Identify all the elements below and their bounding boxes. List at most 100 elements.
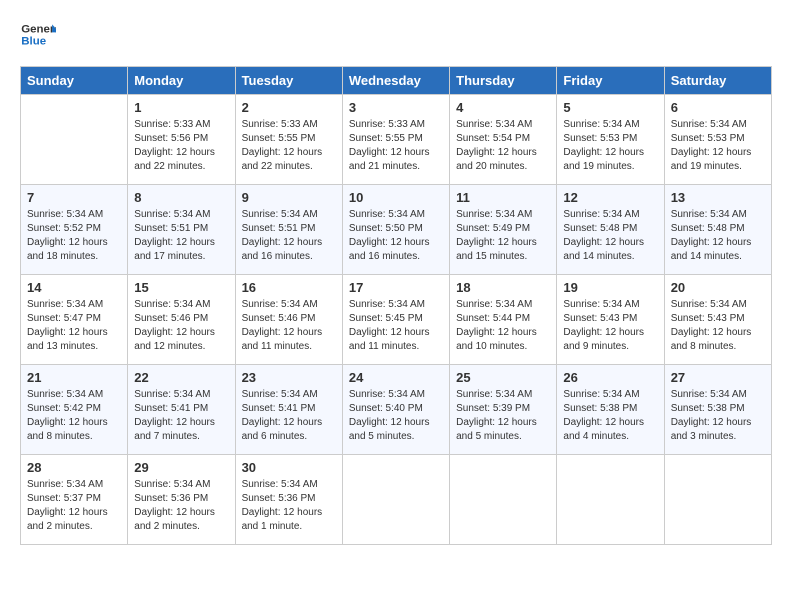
day-number: 30: [242, 460, 336, 475]
calendar-cell: 8 Sunrise: 5:34 AM Sunset: 5:51 PM Daylig…: [128, 185, 235, 275]
calendar-cell: 18 Sunrise: 5:34 AM Sunset: 5:44 PM Dayli…: [450, 275, 557, 365]
day-number: 15: [134, 280, 228, 295]
calendar-cell: 23 Sunrise: 5:34 AM Sunset: 5:41 PM Dayli…: [235, 365, 342, 455]
day-detail: Sunrise: 5:34 AM Sunset: 5:41 PM Dayligh…: [242, 388, 336, 444]
day-number: 7: [27, 190, 121, 205]
day-number: 3: [349, 100, 443, 115]
day-number: 17: [349, 280, 443, 295]
calendar-cell: 10 Sunrise: 5:34 AM Sunset: 5:50 PM Dayli…: [342, 185, 449, 275]
day-number: 23: [242, 370, 336, 385]
day-number: 11: [456, 190, 550, 205]
calendar-cell: 30 Sunrise: 5:34 AM Sunset: 5:36 PM Dayli…: [235, 455, 342, 545]
day-detail: Sunrise: 5:34 AM Sunset: 5:36 PM Dayligh…: [242, 478, 336, 534]
day-detail: Sunrise: 5:34 AM Sunset: 5:51 PM Dayligh…: [242, 208, 336, 264]
day-number: 1: [134, 100, 228, 115]
calendar-cell: 5 Sunrise: 5:34 AM Sunset: 5:53 PM Daylig…: [557, 95, 664, 185]
day-number: 13: [671, 190, 765, 205]
calendar-cell: [664, 455, 771, 545]
day-number: 5: [563, 100, 657, 115]
day-detail: Sunrise: 5:34 AM Sunset: 5:38 PM Dayligh…: [671, 388, 765, 444]
day-number: 26: [563, 370, 657, 385]
day-number: 18: [456, 280, 550, 295]
day-number: 12: [563, 190, 657, 205]
day-detail: Sunrise: 5:34 AM Sunset: 5:48 PM Dayligh…: [671, 208, 765, 264]
day-number: 29: [134, 460, 228, 475]
day-detail: Sunrise: 5:34 AM Sunset: 5:40 PM Dayligh…: [349, 388, 443, 444]
calendar-cell: [342, 455, 449, 545]
calendar-cell: [450, 455, 557, 545]
calendar-cell: 26 Sunrise: 5:34 AM Sunset: 5:38 PM Dayli…: [557, 365, 664, 455]
day-detail: Sunrise: 5:34 AM Sunset: 5:43 PM Dayligh…: [671, 298, 765, 354]
day-number: 2: [242, 100, 336, 115]
calendar-cell: 15 Sunrise: 5:34 AM Sunset: 5:46 PM Dayli…: [128, 275, 235, 365]
calendar-cell: 7Sunrise: 5:34 AM Sunset: 5:52 PM Daylig…: [21, 185, 128, 275]
day-number: 16: [242, 280, 336, 295]
day-detail: Sunrise: 5:34 AM Sunset: 5:42 PM Dayligh…: [27, 388, 121, 444]
day-number: 10: [349, 190, 443, 205]
day-number: 6: [671, 100, 765, 115]
svg-text:Blue: Blue: [21, 36, 46, 48]
calendar-cell: 9 Sunrise: 5:34 AM Sunset: 5:51 PM Daylig…: [235, 185, 342, 275]
day-number: 22: [134, 370, 228, 385]
day-detail: Sunrise: 5:34 AM Sunset: 5:49 PM Dayligh…: [456, 208, 550, 264]
day-detail: Sunrise: 5:34 AM Sunset: 5:45 PM Dayligh…: [349, 298, 443, 354]
day-detail: Sunrise: 5:34 AM Sunset: 5:48 PM Dayligh…: [563, 208, 657, 264]
calendar-cell: 21 Sunrise: 5:34 AM Sunset: 5:42 PM Dayli…: [21, 365, 128, 455]
calendar-cell: [557, 455, 664, 545]
day-number: 21: [27, 370, 121, 385]
day-detail: Sunrise: 5:34 AM Sunset: 5:44 PM Dayligh…: [456, 298, 550, 354]
calendar-week-2: 7Sunrise: 5:34 AM Sunset: 5:52 PM Daylig…: [21, 185, 772, 275]
calendar-cell: 1 Sunrise: 5:33 AM Sunset: 5:56 PM Daylig…: [128, 95, 235, 185]
day-detail: Sunrise: 5:34 AM Sunset: 5:46 PM Dayligh…: [134, 298, 228, 354]
day-detail: Sunrise: 5:34 AM Sunset: 5:53 PM Dayligh…: [563, 118, 657, 174]
day-number: 19: [563, 280, 657, 295]
column-header-friday: Friday: [557, 67, 664, 95]
calendar-cell: 3Sunrise: 5:33 AM Sunset: 5:55 PM Daylig…: [342, 95, 449, 185]
column-header-tuesday: Tuesday: [235, 67, 342, 95]
logo-icon: General Blue: [20, 20, 56, 50]
calendar-cell: 19 Sunrise: 5:34 AM Sunset: 5:43 PM Dayli…: [557, 275, 664, 365]
day-detail: Sunrise: 5:34 AM Sunset: 5:36 PM Dayligh…: [134, 478, 228, 534]
calendar-cell: 29 Sunrise: 5:34 AM Sunset: 5:36 PM Dayli…: [128, 455, 235, 545]
svg-text:General: General: [21, 23, 56, 35]
calendar-cell: 24Sunrise: 5:34 AM Sunset: 5:40 PM Dayli…: [342, 365, 449, 455]
day-detail: Sunrise: 5:34 AM Sunset: 5:41 PM Dayligh…: [134, 388, 228, 444]
day-detail: Sunrise: 5:34 AM Sunset: 5:54 PM Dayligh…: [456, 118, 550, 174]
calendar-body: 1 Sunrise: 5:33 AM Sunset: 5:56 PM Daylig…: [21, 95, 772, 545]
calendar-cell: 20 Sunrise: 5:34 AM Sunset: 5:43 PM Dayli…: [664, 275, 771, 365]
day-detail: Sunrise: 5:34 AM Sunset: 5:37 PM Dayligh…: [27, 478, 121, 534]
calendar-cell: 13 Sunrise: 5:34 AM Sunset: 5:48 PM Dayli…: [664, 185, 771, 275]
day-detail: Sunrise: 5:34 AM Sunset: 5:39 PM Dayligh…: [456, 388, 550, 444]
calendar-cell: 6 Sunrise: 5:34 AM Sunset: 5:53 PM Daylig…: [664, 95, 771, 185]
calendar-cell: 12 Sunrise: 5:34 AM Sunset: 5:48 PM Dayli…: [557, 185, 664, 275]
calendar-cell: 17 Sunrise: 5:34 AM Sunset: 5:45 PM Dayli…: [342, 275, 449, 365]
page-header: General Blue: [20, 20, 772, 50]
day-number: 25: [456, 370, 550, 385]
day-number: 8: [134, 190, 228, 205]
day-detail: Sunrise: 5:34 AM Sunset: 5:51 PM Dayligh…: [134, 208, 228, 264]
day-number: 4: [456, 100, 550, 115]
day-detail: Sunrise: 5:34 AM Sunset: 5:53 PM Dayligh…: [671, 118, 765, 174]
day-detail: Sunrise: 5:34 AM Sunset: 5:47 PM Dayligh…: [27, 298, 121, 354]
column-header-thursday: Thursday: [450, 67, 557, 95]
calendar-week-3: 14Sunrise: 5:34 AM Sunset: 5:47 PM Dayli…: [21, 275, 772, 365]
calendar-week-5: 28 Sunrise: 5:34 AM Sunset: 5:37 PM Dayli…: [21, 455, 772, 545]
calendar-week-1: 1 Sunrise: 5:33 AM Sunset: 5:56 PM Daylig…: [21, 95, 772, 185]
day-detail: Sunrise: 5:34 AM Sunset: 5:43 PM Dayligh…: [563, 298, 657, 354]
calendar-cell: 16Sunrise: 5:34 AM Sunset: 5:46 PM Dayli…: [235, 275, 342, 365]
day-detail: Sunrise: 5:33 AM Sunset: 5:56 PM Dayligh…: [134, 118, 228, 174]
day-detail: Sunrise: 5:34 AM Sunset: 5:50 PM Dayligh…: [349, 208, 443, 264]
calendar-cell: [21, 95, 128, 185]
day-detail: Sunrise: 5:33 AM Sunset: 5:55 PM Dayligh…: [242, 118, 336, 174]
calendar-cell: 14Sunrise: 5:34 AM Sunset: 5:47 PM Dayli…: [21, 275, 128, 365]
day-number: 20: [671, 280, 765, 295]
day-number: 28: [27, 460, 121, 475]
calendar-table: SundayMondayTuesdayWednesdayThursdayFrid…: [20, 66, 772, 545]
day-number: 9: [242, 190, 336, 205]
calendar-cell: 11 Sunrise: 5:34 AM Sunset: 5:49 PM Dayli…: [450, 185, 557, 275]
calendar-cell: 25 Sunrise: 5:34 AM Sunset: 5:39 PM Dayli…: [450, 365, 557, 455]
column-header-sunday: Sunday: [21, 67, 128, 95]
calendar-cell: 2 Sunrise: 5:33 AM Sunset: 5:55 PM Daylig…: [235, 95, 342, 185]
calendar-cell: 4 Sunrise: 5:34 AM Sunset: 5:54 PM Daylig…: [450, 95, 557, 185]
day-detail: Sunrise: 5:34 AM Sunset: 5:38 PM Dayligh…: [563, 388, 657, 444]
